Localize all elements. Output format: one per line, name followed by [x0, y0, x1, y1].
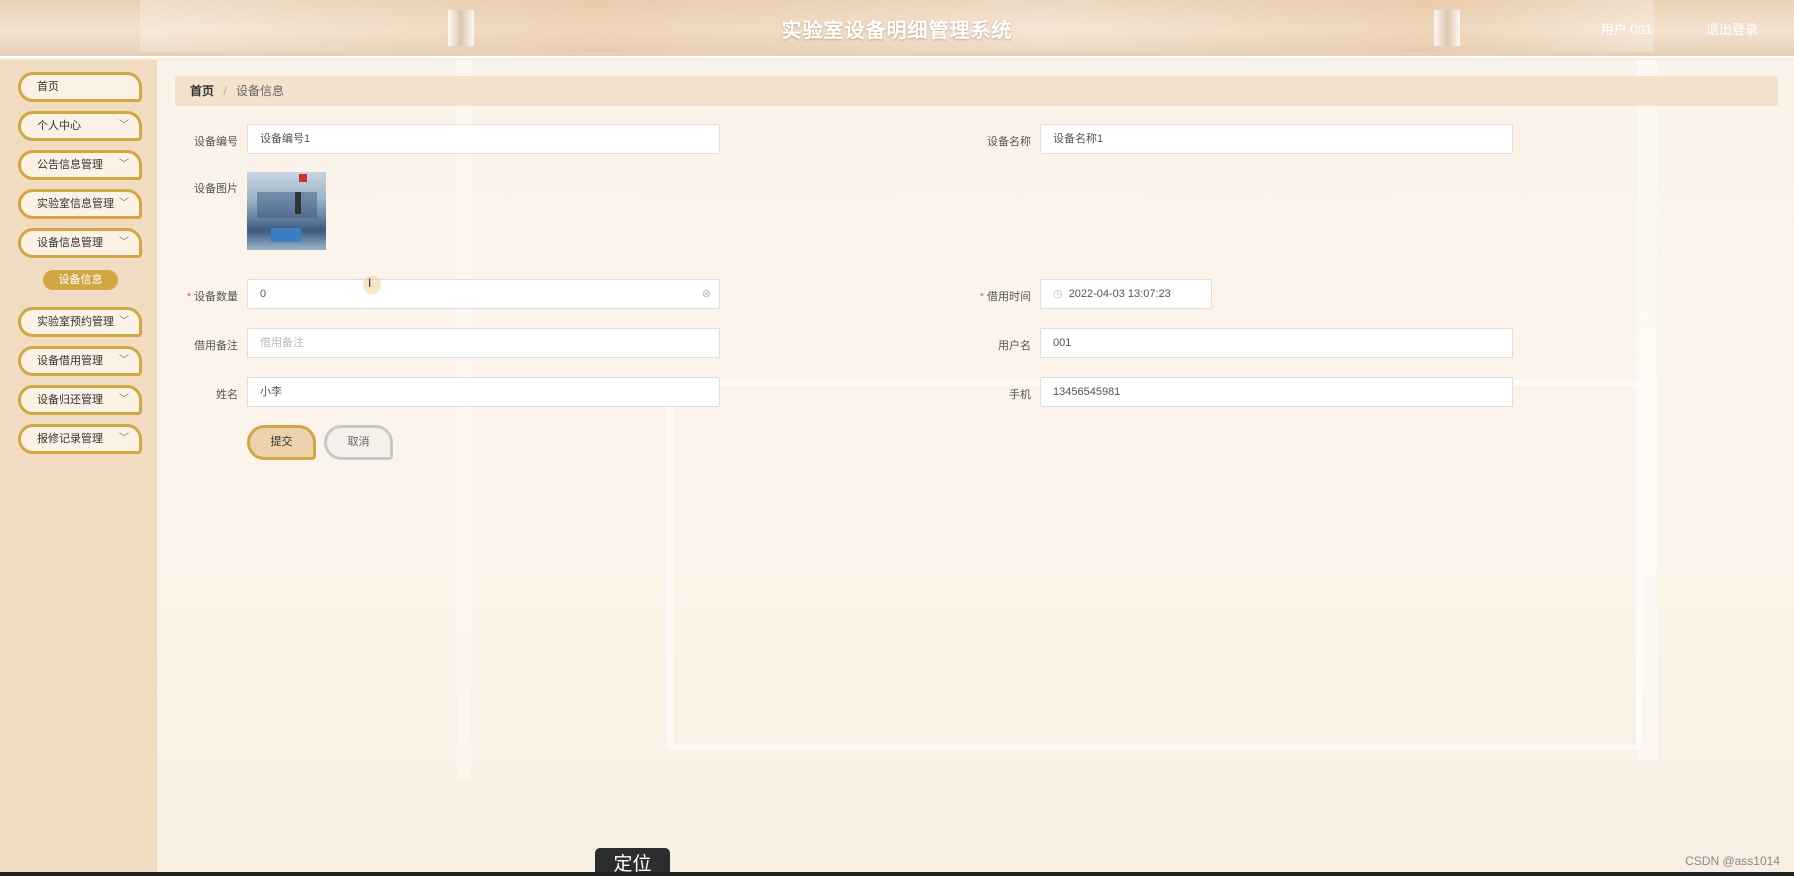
breadcrumb-current: 设备信息: [236, 84, 285, 98]
cancel-button[interactable]: 取消: [324, 425, 393, 460]
chevron-down-icon: ﹀: [119, 394, 129, 405]
background-decoration: [457, 60, 471, 780]
background-decoration: [1637, 60, 1657, 760]
chevron-down-icon: ﹀: [119, 120, 129, 131]
bottom-border: [0, 872, 1794, 876]
chevron-down-icon: ﹀: [119, 198, 129, 209]
sidebar-item-label: 设备借用管理: [37, 355, 103, 367]
sidebar-item-home[interactable]: 首页: [18, 72, 142, 102]
borrow-note-label: 借用备注: [194, 340, 238, 352]
required-asterisk: *: [979, 291, 984, 303]
device-no-field[interactable]: 设备编号1: [247, 124, 720, 154]
chevron-down-icon: ﹀: [119, 237, 129, 248]
clear-icon[interactable]: ⊗: [702, 280, 711, 308]
clock-icon: ◷: [1053, 288, 1063, 300]
background-decoration: [667, 380, 1642, 750]
chevron-down-icon: ﹀: [119, 159, 129, 170]
sidebar-item-repair-records[interactable]: 报修记录管理 ﹀: [18, 424, 142, 454]
borrow-time-label-text: 借用时间: [987, 291, 1031, 303]
image-detail: [299, 174, 307, 182]
required-asterisk: *: [186, 291, 191, 303]
current-user-label: 用户 001: [1600, 22, 1652, 37]
sidebar-subitem-device-info[interactable]: 设备信息: [43, 270, 118, 290]
sidebar-item-lab-reservation[interactable]: 实验室预约管理 ﹀: [18, 307, 142, 337]
sidebar-item-device-borrow[interactable]: 设备借用管理 ﹀: [18, 346, 142, 376]
chevron-down-icon: ﹀: [119, 433, 129, 444]
sidebar-item-label: 实验室信息管理: [37, 198, 114, 210]
app-title: 实验室设备明细管理系统: [781, 20, 1013, 42]
device-image-label: 设备图片: [194, 183, 238, 195]
phone-field[interactable]: 13456545981: [1040, 377, 1513, 407]
breadcrumb-home-link[interactable]: 首页: [190, 84, 214, 98]
username-label: 用户名: [998, 340, 1031, 352]
image-detail: [271, 228, 301, 242]
image-detail: [257, 192, 317, 218]
sidebar-item-personal-center[interactable]: 个人中心 ﹀: [18, 111, 142, 141]
device-no-label: 设备编号: [194, 136, 238, 148]
sidebar-item-label: 个人中心: [37, 120, 81, 132]
name-label: 姓名: [216, 389, 238, 401]
device-qty-label: * 设备数量: [178, 288, 238, 304]
logout-link[interactable]: 退出登录: [1706, 19, 1758, 38]
image-detail: [295, 192, 301, 214]
borrow-time-picker[interactable]: ◷ 2022-04-03 13:07:23: [1040, 279, 1212, 309]
chevron-down-icon: ﹀: [119, 355, 129, 366]
device-qty-label-text: 设备数量: [194, 291, 238, 303]
borrow-time-label: * 借用时间: [971, 288, 1031, 304]
sidebar-item-notice-management[interactable]: 公告信息管理 ﹀: [18, 150, 142, 180]
sidebar-item-lab-management[interactable]: 实验室信息管理 ﹀: [18, 189, 142, 219]
device-image[interactable]: [247, 172, 326, 250]
sidebar-item-label: 公告信息管理: [37, 159, 103, 171]
breadcrumb: 首页 / 设备信息: [175, 76, 1778, 106]
sidebar-item-device-management[interactable]: 设备信息管理 ﹀: [18, 228, 142, 258]
sidebar: 首页 个人中心 ﹀ 公告信息管理 ﹀ 实验室信息管理 ﹀ 设备信息管理 ﹀ 设备…: [0, 60, 157, 876]
top-header: 实验室设备明细管理系统 用户 001 退出登录: [0, 0, 1794, 58]
sidebar-item-label: 报修记录管理: [37, 433, 103, 445]
breadcrumb-separator: /: [223, 84, 227, 98]
text-cursor-icon: I: [368, 276, 372, 290]
sidebar-item-label: 设备信息管理: [37, 237, 103, 249]
main-content: [157, 60, 1794, 876]
chevron-down-icon: ﹀: [119, 316, 129, 327]
name-field[interactable]: 小李: [247, 377, 720, 407]
borrow-note-field[interactable]: 借用备注: [247, 328, 720, 358]
phone-label: 手机: [1009, 389, 1031, 401]
sidebar-item-label: 设备归还管理: [37, 394, 103, 406]
username-field[interactable]: 001: [1040, 328, 1513, 358]
borrow-time-value: 2022-04-03 13:07:23: [1068, 288, 1171, 300]
watermark: CSDN @ass1014: [1685, 854, 1780, 868]
device-qty-value: 0: [260, 288, 267, 300]
device-name-field[interactable]: 设备名称1: [1040, 124, 1513, 154]
sidebar-item-label: 实验室预约管理: [37, 316, 114, 328]
device-qty-field[interactable]: 0 ⊗: [247, 279, 720, 309]
sidebar-item-device-return[interactable]: 设备归还管理 ﹀: [18, 385, 142, 415]
sidebar-item-label: 首页: [37, 81, 59, 93]
device-name-label: 设备名称: [987, 136, 1031, 148]
submit-button[interactable]: 提交: [247, 425, 316, 460]
